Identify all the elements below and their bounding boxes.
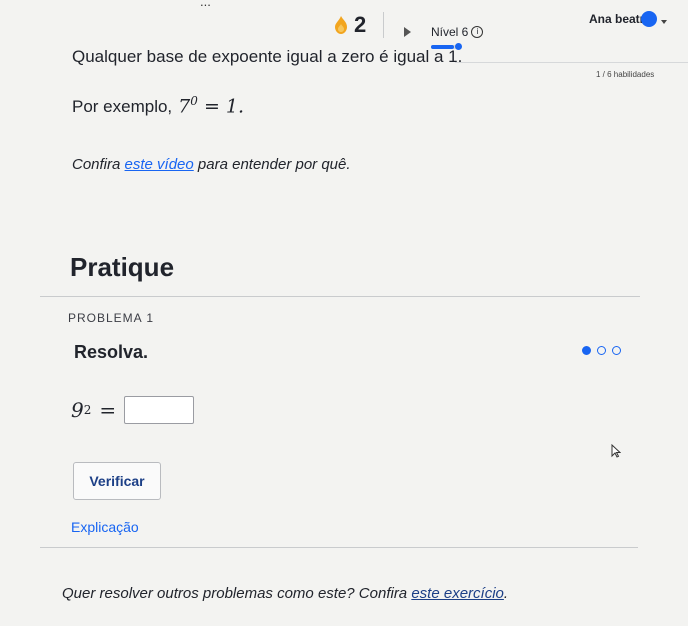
streak-count: 2 [354,12,367,37]
practice-heading: Pratique [70,252,175,282]
streak-counter[interactable]: 2 [334,12,366,38]
problem-prompt: Resolva. [74,342,149,362]
play-icon [404,27,411,37]
skills-count: 1 / 6 habilidades [596,70,655,79]
check-button[interactable]: Verificar [73,462,161,500]
progress-dot-3 [612,346,621,355]
progress-dot-1 [582,346,591,355]
rule-text: Qualquer base de expoente igual a zero é… [72,47,463,66]
video-suffix: para entender por quê. [193,156,351,173]
level-label: Nível 6 [431,25,469,39]
video-link[interactable]: este vídeo [125,156,194,173]
example-math: 70 = 1. [178,94,244,117]
explanation-link[interactable]: Explicação [71,519,139,535]
level-indicator[interactable]: Nível 6 i [431,25,484,39]
practice-divider [40,296,640,297]
flame-icon [335,16,347,34]
footer-suffix: . [503,585,509,602]
problem-label: PROBLEMA 1 [68,311,155,325]
avatar[interactable] [641,11,657,27]
video-prefix: Confira [72,156,125,173]
info-icon[interactable]: i [471,26,484,38]
header-divider [383,12,384,38]
exercise-link[interactable]: este exercício [411,585,504,602]
answer-input[interactable] [124,396,195,424]
example-prefix: Por exemplo, [72,97,173,117]
footer-prefix: Quer resolver outros problemas como este… [62,585,412,602]
header-rule [455,62,688,63]
chevron-down-icon[interactable] [661,20,667,24]
example-exponent: 0 [190,94,198,108]
example-result: = 1. [197,95,245,118]
truncated-title: ... [200,0,211,9]
problem-equation: 92 = [71,396,195,424]
mouse-cursor-icon [611,444,621,458]
example-text: Por exemplo, 70 = 1. [72,94,244,117]
progress-dots [582,346,621,355]
explanation-divider [40,547,638,548]
example-base: 7 [178,95,191,118]
video-text: Confira este vídeo para entender por quê… [72,156,351,173]
progress-dot-2 [597,346,606,355]
equation-equals: = [99,398,117,422]
equation-base: 9 [71,398,84,422]
equation-exponent: 2 [83,403,92,417]
footer-text: Quer resolver outros problemas como este… [62,585,508,602]
